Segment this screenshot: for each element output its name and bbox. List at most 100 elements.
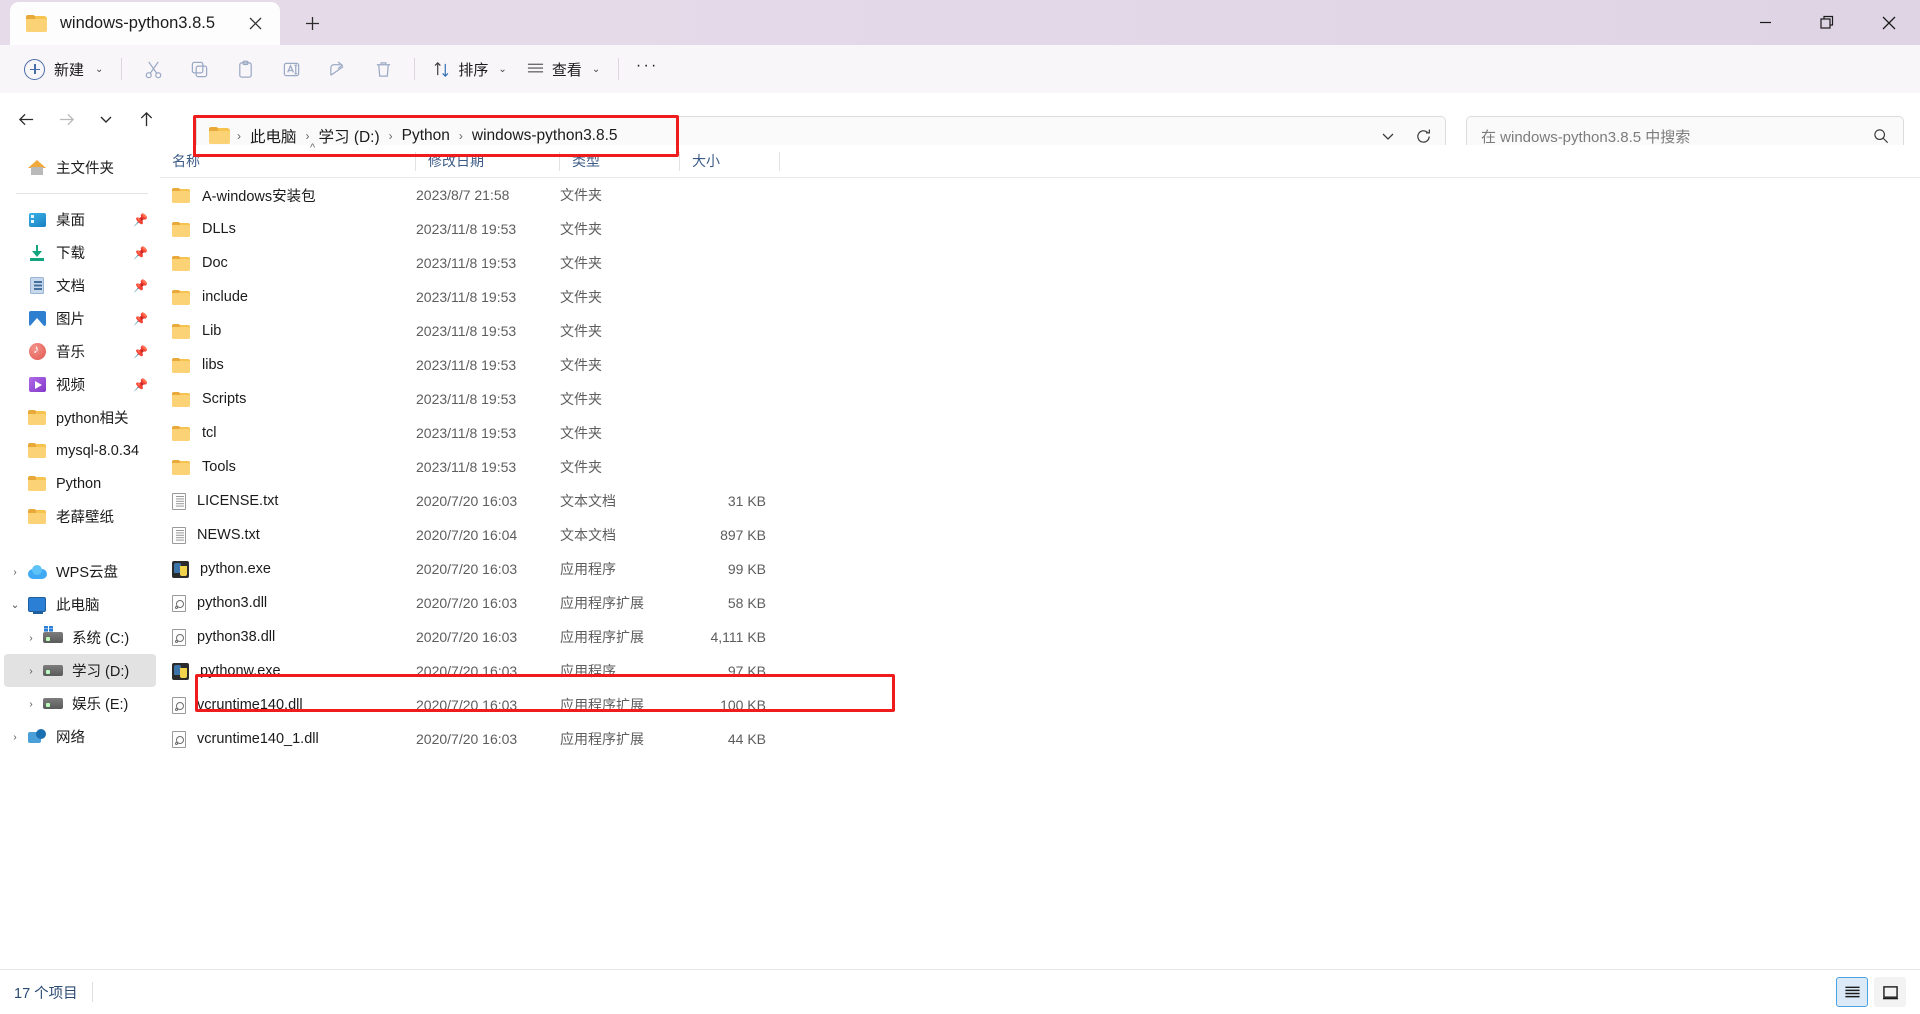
sidebar-item-downloads[interactable]: 下载 📌 [4,236,156,269]
sidebar-item-network[interactable]: › 网络 [4,720,156,753]
column-header-size[interactable]: 大小 [680,145,780,178]
folder-icon [26,509,48,524]
file-type-cell: 文件夹 [560,389,680,409]
view-button[interactable]: 查看 ⌄ [517,52,610,86]
sidebar-item-desktop[interactable]: 桌面 📌 [4,203,156,236]
table-row[interactable]: vcruntime140_1.dll2020/7/20 16:03应用程序扩展4… [160,722,1920,756]
sidebar-item-videos[interactable]: 视频 📌 [4,368,156,401]
pin-icon[interactable]: 📌 [133,279,148,293]
window-controls [1734,0,1920,45]
sidebar-item-label: python相关 [56,407,129,428]
cut-button[interactable] [130,52,176,86]
navigation-sidebar[interactable]: 主文件夹 桌面 📌 下载 📌 文档 📌 图片 📌 [0,145,160,969]
paste-button[interactable] [222,52,268,86]
column-header-name[interactable]: 名称 ^ [160,145,416,178]
column-header-type[interactable]: 类型 [560,145,680,178]
file-name-label: A-windows安装包 [202,185,316,206]
table-row[interactable]: pythonw.exe2020/7/20 16:03应用程序97 KB [160,654,1920,688]
minimize-button[interactable] [1734,0,1796,45]
chevron-down-icon[interactable]: ⌄ [4,599,26,611]
table-row[interactable]: NEWS.txt2020/7/20 16:04文本文档897 KB [160,518,1920,552]
folder-icon [172,188,191,203]
sidebar-item-mysql[interactable]: mysql-8.0.34 [4,434,156,467]
sidebar-item-wallpaper[interactable]: 老薛壁纸 [4,500,156,533]
file-name-cell: python38.dll [160,629,416,646]
share-button[interactable] [314,52,360,86]
folder-icon [172,358,191,373]
sidebar-item-pictures[interactable]: 图片 📌 [4,302,156,335]
file-date-cell: 2020/7/20 16:03 [416,731,560,747]
network-icon [26,729,48,744]
sidebar-item-python[interactable]: Python [4,467,156,500]
table-row[interactable]: Scripts2023/11/8 19:53文件夹 [160,382,1920,416]
pin-icon[interactable]: 📌 [133,378,148,392]
folder-icon [26,476,48,491]
copy-button[interactable] [176,52,222,86]
pin-icon[interactable]: 📌 [133,345,148,359]
pin-icon[interactable]: 📌 [133,246,148,260]
sidebar-item-python-related[interactable]: python相关 [4,401,156,434]
file-type-cell: 应用程序 [560,661,680,681]
table-row[interactable]: python.exe2020/7/20 16:03应用程序99 KB [160,552,1920,586]
large-icons-view-button[interactable] [1874,977,1906,1007]
back-button[interactable] [6,99,46,139]
search-input[interactable]: 在 windows-python3.8.5 中搜索 [1481,126,1867,147]
table-row[interactable]: vcruntime140.dll2020/7/20 16:03应用程序扩展100… [160,688,1920,722]
sidebar-item-documents[interactable]: 文档 📌 [4,269,156,302]
table-row[interactable]: Doc2023/11/8 19:53文件夹 [160,246,1920,280]
recent-locations-button[interactable] [86,99,126,139]
table-row[interactable]: A-windows安装包2023/8/7 21:58文件夹 [160,178,1920,212]
table-row[interactable]: Tools2023/11/8 19:53文件夹 [160,450,1920,484]
chevron-right-icon[interactable]: › [20,632,42,644]
sidebar-item-home[interactable]: 主文件夹 [4,151,156,184]
table-row[interactable]: libs2023/11/8 19:53文件夹 [160,348,1920,382]
sidebar-item-this-pc[interactable]: ⌄ 此电脑 [4,588,156,621]
table-row[interactable]: DLLs2023/11/8 19:53文件夹 [160,212,1920,246]
sidebar-item-label: mysql-8.0.34 [56,443,139,459]
sidebar-item-label: Python [56,476,101,492]
file-name-cell: Lib [160,323,416,339]
file-size-cell: 31 KB [680,493,780,509]
table-row[interactable]: python38.dll2020/7/20 16:03应用程序扩展4,111 K… [160,620,1920,654]
close-button[interactable] [1858,0,1920,45]
table-row[interactable]: include2023/11/8 19:53文件夹 [160,280,1920,314]
table-row[interactable]: tcl2023/11/8 19:53文件夹 [160,416,1920,450]
up-button[interactable] [126,99,166,139]
new-button[interactable]: 新建 ⌄ [18,52,113,86]
tab-windows-python385[interactable]: windows-python3.8.5 [10,2,280,45]
chevron-right-icon[interactable]: › [20,665,42,677]
new-button-label: 新建 [54,59,84,80]
new-tab-button[interactable] [296,7,329,39]
maximize-button[interactable] [1796,0,1858,45]
chevron-right-icon[interactable]: › [4,566,26,578]
delete-button[interactable] [360,52,406,86]
file-type-cell: 文件夹 [560,355,680,375]
file-size-cell: 100 KB [680,697,780,713]
chevron-down-icon: ⌄ [95,64,103,75]
sidebar-item-drive-d[interactable]: › 学习 (D:) [4,654,156,687]
chevron-right-icon[interactable]: › [20,698,42,710]
forward-button[interactable] [46,99,86,139]
pin-icon[interactable]: 📌 [133,312,148,326]
file-type-cell: 应用程序 [560,559,680,579]
sort-button[interactable]: 排序 ⌄ [423,52,516,86]
status-divider [92,982,93,1002]
title-bar: windows-python3.8.5 [0,0,1920,45]
more-options-button[interactable]: ··· [627,52,667,86]
chevron-right-icon[interactable]: › [4,731,26,743]
file-date-cell: 2020/7/20 16:03 [416,561,560,577]
tab-close-icon[interactable] [240,9,270,39]
table-row[interactable]: LICENSE.txt2020/7/20 16:03文本文档31 KB [160,484,1920,518]
details-view-button[interactable] [1836,977,1868,1007]
table-row[interactable]: Lib2023/11/8 19:53文件夹 [160,314,1920,348]
sidebar-item-drive-e[interactable]: › 娱乐 (E:) [4,687,156,720]
column-header-date[interactable]: 修改日期 [416,145,560,178]
cloud-icon [26,565,48,579]
sidebar-item-wps-cloud[interactable]: › WPS云盘 [4,555,156,588]
file-date-cell: 2020/7/20 16:03 [416,697,560,713]
pin-icon[interactable]: 📌 [133,213,148,227]
rename-button[interactable] [268,52,314,86]
sidebar-item-drive-c[interactable]: › 系统 (C:) [4,621,156,654]
sidebar-item-music[interactable]: 音乐 📌 [4,335,156,368]
table-row[interactable]: python3.dll2020/7/20 16:03应用程序扩展58 KB [160,586,1920,620]
